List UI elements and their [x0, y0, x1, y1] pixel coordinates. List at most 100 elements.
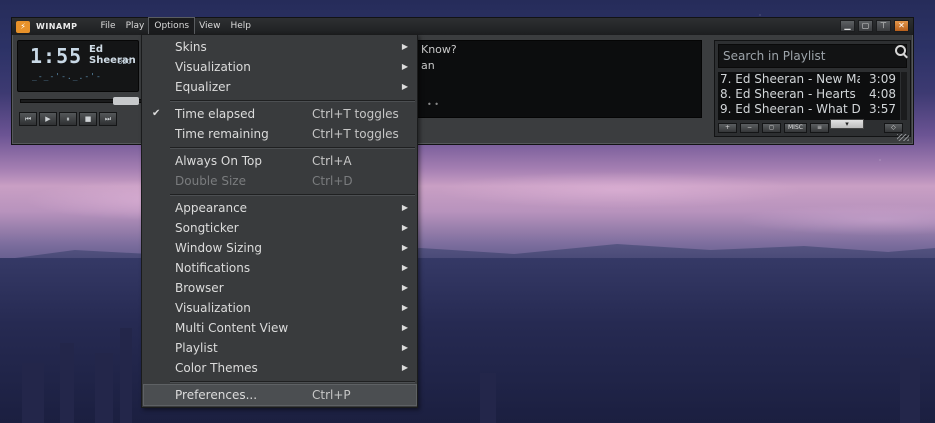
menu-item-always-on-top[interactable]: Always On Top Ctrl+A: [144, 151, 416, 171]
menu-view[interactable]: View: [194, 18, 225, 35]
menu-item-label: Skins: [175, 40, 207, 54]
building: [900, 358, 920, 423]
menu-item-shortcut: Ctrl+T toggles: [312, 127, 399, 141]
submenu-arrow-icon: ▶: [401, 323, 408, 332]
player-display: 1:55 Ed Sheeran 320 _-_-'-._.-'-: [17, 40, 139, 92]
playlist-row-time: 3:57: [869, 102, 896, 116]
menu-help[interactable]: Help: [225, 18, 256, 35]
menu-separator: [170, 381, 415, 382]
menu-item-time-remaining[interactable]: Time remaining Ctrl+T toggles: [144, 124, 416, 144]
menu-item-double-size: Double Size Ctrl+D: [144, 171, 416, 191]
playlist-menu-icon[interactable]: ◇: [883, 123, 903, 133]
menu-item-visualization[interactable]: Visualization ▶: [144, 57, 416, 77]
menu-item-label: Visualization: [175, 301, 251, 315]
next-icon[interactable]: ⏭: [99, 112, 117, 126]
menu-item-label: Notifications: [175, 261, 251, 275]
playlist-row-title: 9. Ed Sheeran - What Do ...: [720, 102, 860, 116]
resize-grip-icon[interactable]: [897, 134, 909, 141]
menu-separator: [170, 100, 415, 101]
menu-item-color-themes[interactable]: Color Themes ▶: [144, 358, 416, 378]
menu-item-shortcut: Ctrl+A: [312, 154, 352, 168]
pin-icon[interactable]: ⊤: [876, 20, 891, 32]
menu-item-time-elapsed[interactable]: ✔ Time elapsed Ctrl+T toggles: [144, 104, 416, 124]
previous-icon[interactable]: ⏮: [19, 112, 37, 126]
stop-icon[interactable]: ■: [79, 112, 97, 126]
menu-item-appearance[interactable]: Appearance ▶: [144, 198, 416, 218]
building: [60, 343, 74, 423]
menu-item-label: Multi Content View: [175, 321, 289, 335]
minimize-icon[interactable]: ▁: [840, 20, 855, 32]
song-info-line: an: [421, 59, 435, 72]
time-display[interactable]: 1:55: [30, 44, 82, 68]
menu-item-playlist[interactable]: Playlist ▶: [144, 338, 416, 358]
list-options-icon[interactable]: ≡: [809, 123, 829, 133]
menu-item-label: Time remaining: [175, 127, 269, 141]
playlist-row[interactable]: 9. Ed Sheeran - What Do ... 3:57: [718, 102, 900, 117]
remove-icon[interactable]: −: [740, 123, 759, 133]
menu-item-multi-content-view[interactable]: Multi Content View ▶: [144, 318, 416, 338]
menu-item-label: Equalizer: [175, 80, 231, 94]
menu-item-label: Appearance: [175, 201, 248, 215]
menu-item-label: Color Themes: [175, 361, 258, 375]
winamp-logo-icon: ⚡: [16, 20, 30, 33]
submenu-arrow-icon: ▶: [401, 62, 408, 71]
dots-icon: • •: [427, 100, 439, 109]
building: [480, 373, 496, 423]
menu-item-visualization[interactable]: Visualization ▶: [144, 298, 416, 318]
menu-separator: [170, 194, 415, 195]
window-buttons: ▁ ▢ ⊤ ✕: [840, 20, 909, 32]
submenu-arrow-icon: ▶: [401, 283, 408, 292]
menu-item-window-sizing[interactable]: Window Sizing ▶: [144, 238, 416, 258]
search-icon[interactable]: [895, 45, 906, 56]
building: [95, 353, 113, 423]
checkmark-icon: ✔: [152, 108, 161, 119]
playlist-buttons: + − ◻ MISC ≡ ◇: [718, 123, 903, 133]
title-bar[interactable]: ⚡ WINAMP File Play Options View Help ▁ ▢…: [12, 17, 913, 36]
menu-item-skins[interactable]: Skins ▶: [144, 37, 416, 57]
menu-item-label: Visualization: [175, 60, 251, 74]
submenu-arrow-icon: ▶: [401, 343, 408, 352]
playlist-scrollbar[interactable]: [901, 72, 907, 120]
close-icon[interactable]: ✕: [894, 20, 909, 32]
submenu-arrow-icon: ▶: [401, 82, 408, 91]
select-icon[interactable]: ◻: [762, 123, 781, 133]
menu-item-notifications[interactable]: Notifications ▶: [144, 258, 416, 278]
menu-item-label: Double Size: [175, 174, 246, 188]
playlist-row-title: 8. Ed Sheeran - Hearts D...: [720, 87, 860, 101]
playlist-row-time: 4:08: [869, 87, 896, 101]
seek-bar[interactable]: [20, 97, 142, 105]
playlist-list: 7. Ed Sheeran - New Man 3:09 8. Ed Sheer…: [718, 72, 900, 120]
collapse-icon[interactable]: ▾: [830, 119, 864, 129]
playlist-row-time: 3:09: [869, 72, 896, 86]
shade-icon[interactable]: ▢: [858, 20, 873, 32]
menu-play[interactable]: Play: [121, 18, 150, 35]
menu-item-browser[interactable]: Browser ▶: [144, 278, 416, 298]
menu-item-label: Window Sizing: [175, 241, 262, 255]
visualizer[interactable]: _-_-'-._.-'-: [32, 72, 102, 81]
menu-separator: [170, 147, 415, 148]
menu-item-label: Always On Top: [175, 154, 262, 168]
submenu-arrow-icon: ▶: [401, 223, 408, 232]
submenu-arrow-icon: ▶: [401, 42, 408, 51]
play-icon[interactable]: ▶: [39, 112, 57, 126]
menu-item-preferences[interactable]: Preferences... Ctrl+P: [143, 384, 417, 406]
menu-item-equalizer[interactable]: Equalizer ▶: [144, 77, 416, 97]
menu-options[interactable]: Options: [148, 17, 196, 36]
app-name: WINAMP: [36, 22, 78, 31]
building: [22, 363, 44, 423]
submenu-arrow-icon: ▶: [401, 203, 408, 212]
menu-file[interactable]: File: [96, 18, 121, 35]
playlist-search-input[interactable]: Search in Playlist: [718, 44, 907, 68]
seek-thumb[interactable]: [113, 97, 139, 105]
menu-item-shortcut: Ctrl+T toggles: [312, 107, 399, 121]
misc-button[interactable]: MISC: [784, 123, 807, 133]
playlist-row[interactable]: 7. Ed Sheeran - New Man 3:09: [718, 72, 900, 87]
menu-item-songticker[interactable]: Songticker ▶: [144, 218, 416, 238]
song-info-line: Know?: [421, 43, 457, 56]
playlist-row[interactable]: 8. Ed Sheeran - Hearts D... 4:08: [718, 87, 900, 102]
add-icon[interactable]: +: [718, 123, 737, 133]
pause-icon[interactable]: ⏸: [59, 112, 77, 126]
menu-item-label: Playlist: [175, 341, 218, 355]
menu-item-label: Preferences...: [175, 388, 258, 402]
transport-controls: ⏮ ▶ ⏸ ■ ⏭: [19, 112, 117, 126]
